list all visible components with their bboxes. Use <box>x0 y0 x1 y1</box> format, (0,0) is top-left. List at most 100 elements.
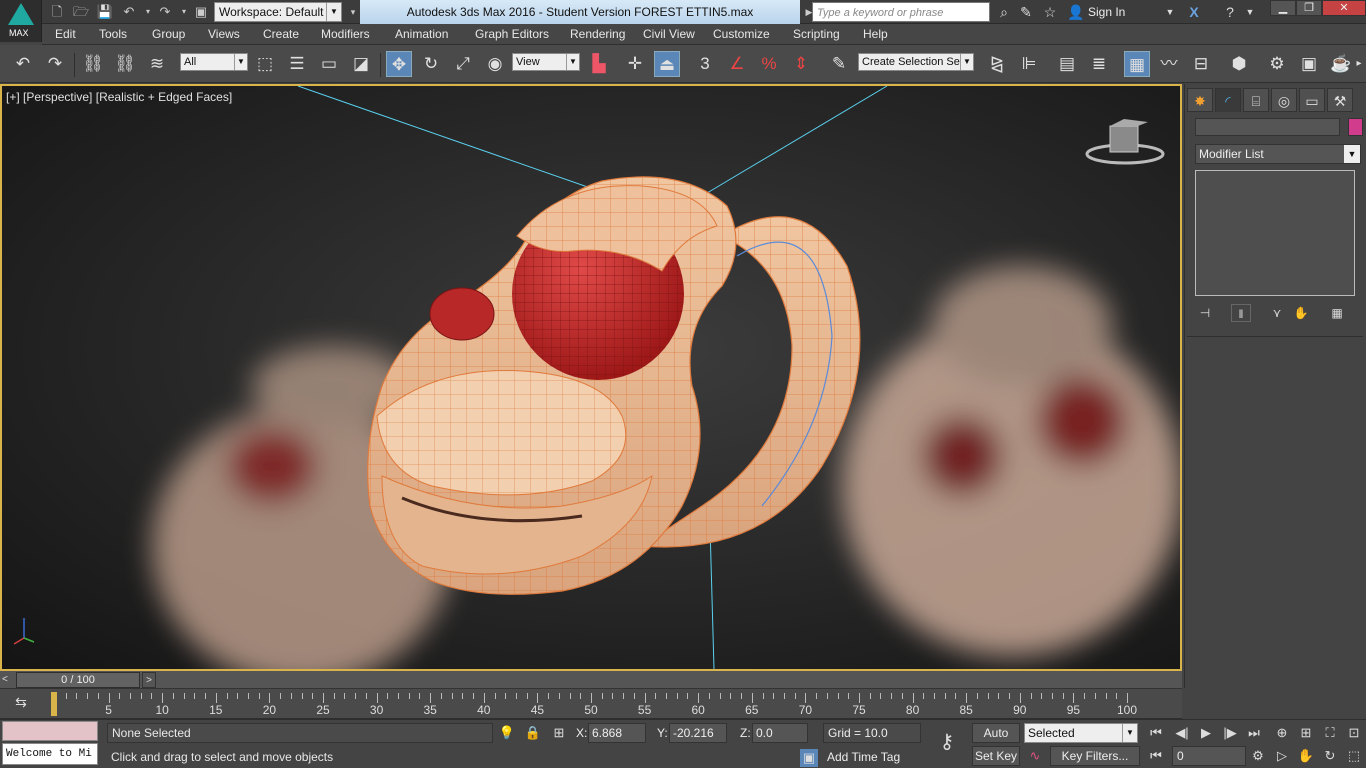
key-mode-toggle-icon[interactable]: ⏮ <box>1146 746 1166 766</box>
binoculars-icon[interactable]: ⌕ <box>994 3 1014 21</box>
layer-explorer-icon[interactable]: ≣ <box>1086 51 1112 77</box>
redo-icon[interactable]: ↷ <box>42 51 68 77</box>
maxscript-input[interactable]: Welcome to Mi <box>2 743 98 765</box>
unlink-selection-icon[interactable]: ⛓ <box>112 51 138 77</box>
menu-scripting[interactable]: Scripting <box>793 24 840 45</box>
selection-filter-dropdown[interactable]: All ▼ <box>180 53 248 71</box>
zoom-icon[interactable]: ⊕ <box>1272 723 1292 743</box>
named-selection-sets-dropdown[interactable]: Create Selection Se ▼ <box>858 53 974 71</box>
y-coordinate-field[interactable]: -20.216 <box>669 723 727 743</box>
zoom-extents-icon[interactable]: ⛶ <box>1320 723 1340 743</box>
menu-animation[interactable]: Animation <box>395 24 448 45</box>
material-editor-icon[interactable]: ⬢ <box>1226 51 1252 77</box>
save-file-icon[interactable]: 💾 <box>96 3 114 21</box>
mini-curve-editor-icon[interactable]: ⇆ <box>10 693 32 711</box>
tab-hierarchy-icon[interactable]: ⌸ <box>1243 88 1269 112</box>
select-object-icon[interactable]: ⬚ <box>252 51 278 77</box>
menu-tools[interactable]: Tools <box>99 24 127 45</box>
isolate-selection-icon[interactable]: 💡 <box>498 724 516 742</box>
tab-modify-icon[interactable]: ◜ <box>1215 88 1241 112</box>
restore-button[interactable]: ❐ <box>1296 0 1322 16</box>
selection-lock-icon[interactable]: 🔒 <box>524 724 542 742</box>
show-end-result-icon[interactable]: ‖ <box>1231 304 1251 322</box>
menu-create[interactable]: Create <box>263 24 299 45</box>
viewport-shading-menu[interactable]: [Realistic + Edged Faces] <box>96 90 232 104</box>
viewport-label-menu[interactable]: [+] [Perspective] [Realistic + Edged Fac… <box>6 90 232 104</box>
select-and-place-icon[interactable]: ◉ <box>482 51 508 77</box>
curve-editor-icon[interactable]: 〰 <box>1156 51 1182 77</box>
orbit-icon[interactable]: ↻ <box>1320 746 1340 766</box>
toggle-scene-explorer-icon[interactable]: ▤ <box>1054 51 1080 77</box>
previous-frame-icon[interactable]: < <box>2 673 14 687</box>
menu-group[interactable]: Group <box>152 24 185 45</box>
snaps-toggle-icon[interactable]: 3 <box>692 51 718 77</box>
project-folder-icon[interactable]: ▣ <box>192 3 210 21</box>
time-tag-icon[interactable]: ▣ <box>800 749 818 767</box>
rendered-frame-window-icon[interactable]: ▣ <box>1296 51 1322 77</box>
percent-snap-icon[interactable]: % <box>756 51 782 77</box>
application-button[interactable]: MAX <box>0 0 42 42</box>
play-icon[interactable]: ▶ <box>1196 723 1216 743</box>
user-icon[interactable]: 👤 <box>1066 3 1086 21</box>
sign-in-link[interactable]: Sign In <box>1088 3 1125 21</box>
key-filters-button[interactable]: Key Filters... <box>1050 746 1140 766</box>
set-key-button[interactable]: Set Key <box>972 746 1020 766</box>
select-and-move-icon[interactable]: ✥ <box>386 51 412 77</box>
menu-modifiers[interactable]: Modifiers <box>321 24 370 45</box>
menu-help[interactable]: Help <box>863 24 888 45</box>
previous-key-icon[interactable]: ◀| <box>1172 723 1192 743</box>
exchange-apps-icon[interactable]: X <box>1184 3 1204 21</box>
menu-graph-editors[interactable]: Graph Editors <box>475 24 549 45</box>
object-color-swatch[interactable] <box>1348 118 1363 136</box>
current-frame-field[interactable]: 0 <box>1172 746 1246 766</box>
add-time-tag[interactable]: Add Time Tag <box>823 747 923 767</box>
undo-icon[interactable]: ↶ <box>10 51 36 77</box>
z-coordinate-field[interactable]: 0.0 <box>752 723 808 743</box>
field-of-view-icon[interactable]: ▷ <box>1272 746 1292 766</box>
communication-center-icon[interactable]: ✎ <box>1016 3 1036 21</box>
use-pivot-point-icon[interactable]: ▙ <box>586 51 612 77</box>
toggle-ribbon-icon[interactable]: ▦ <box>1124 51 1150 77</box>
keyboard-shortcut-override-icon[interactable]: ⏏ <box>654 51 680 77</box>
tab-display-icon[interactable]: ▭ <box>1299 88 1325 112</box>
maxscript-mini-listener[interactable] <box>2 721 98 741</box>
undo-icon[interactable]: ↶ <box>120 3 138 21</box>
tab-utilities-icon[interactable]: ⚒ <box>1327 88 1353 112</box>
configure-modifier-sets-icon[interactable]: ▦ <box>1327 304 1347 322</box>
object-name-field[interactable] <box>1195 118 1340 136</box>
reference-coordinate-dropdown[interactable]: View ▼ <box>512 53 580 71</box>
maximize-viewport-icon[interactable]: ⬚ <box>1344 746 1364 766</box>
tab-create-icon[interactable]: ✸ <box>1187 88 1213 112</box>
time-slider[interactable]: < 0 / 100 > <box>0 671 1182 689</box>
redo-dropdown-icon[interactable]: ▾ <box>175 3 193 21</box>
angle-snap-icon[interactable]: ∠ <box>724 51 750 77</box>
make-unique-icon[interactable]: ⋎ <box>1267 304 1287 322</box>
go-to-start-icon[interactable]: ⏮ <box>1146 723 1166 743</box>
schematic-view-icon[interactable]: ⊟ <box>1188 51 1214 77</box>
select-by-name-icon[interactable]: ☰ <box>284 51 310 77</box>
rectangular-selection-icon[interactable]: ▭ <box>316 51 342 77</box>
modifier-list-dropdown[interactable]: Modifier List ▼ <box>1195 144 1361 164</box>
select-and-link-icon[interactable]: ⛓ <box>80 51 106 77</box>
toolbar-overflow-icon[interactable]: ▸ <box>1352 51 1366 77</box>
x-coordinate-field[interactable]: 6.868 <box>588 723 646 743</box>
absolute-offset-mode-icon[interactable]: ⊞ <box>550 724 568 742</box>
open-file-icon[interactable]: 🗁 <box>72 3 90 21</box>
next-frame-icon[interactable]: > <box>142 672 156 688</box>
bind-to-space-warp-icon[interactable]: ≋ <box>144 51 170 77</box>
menu-views[interactable]: Views <box>208 24 240 45</box>
time-slider-thumb[interactable]: 0 / 100 <box>16 672 140 688</box>
remove-modifier-icon[interactable]: ✋ <box>1291 304 1311 322</box>
workspace-dropdown[interactable]: Workspace: Default ▼ <box>214 2 342 22</box>
sign-in-dropdown-icon[interactable]: ▼ <box>1160 3 1180 21</box>
auto-key-button[interactable]: Auto Key <box>972 723 1020 758</box>
tab-motion-icon[interactable]: ◎ <box>1271 88 1297 112</box>
pan-view-icon[interactable]: ✋ <box>1296 746 1316 766</box>
set-keys-key-icon[interactable]: ⚷ <box>930 730 964 754</box>
zoom-all-icon[interactable]: ⊞ <box>1296 723 1316 743</box>
key-mode-dropdown[interactable]: Selected ▼ <box>1024 723 1138 743</box>
select-and-scale-icon[interactable]: ⤢ <box>450 51 476 77</box>
close-button[interactable]: ✕ <box>1322 0 1366 16</box>
minimize-button[interactable]: ▁ <box>1270 0 1296 16</box>
spinner-snap-icon[interactable]: ⇕ <box>788 51 814 77</box>
